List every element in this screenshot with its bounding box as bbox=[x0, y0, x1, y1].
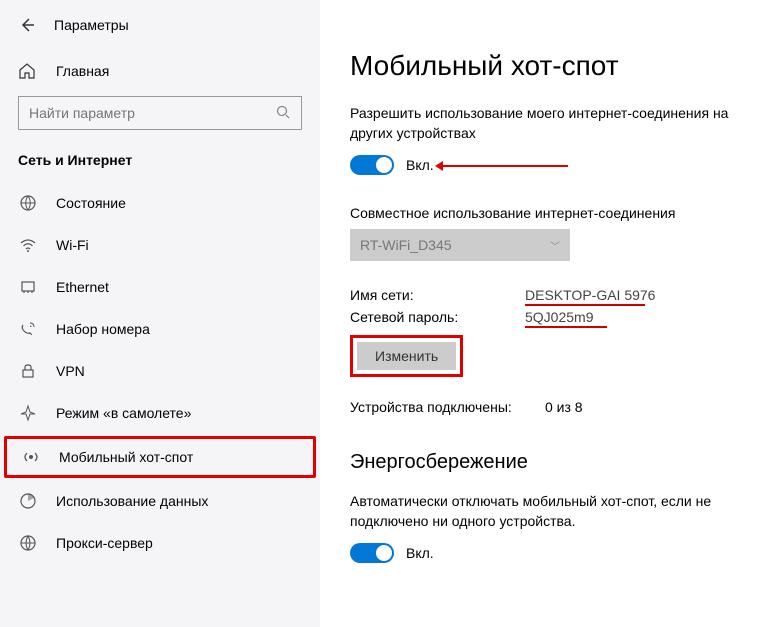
hotspot-icon bbox=[21, 447, 41, 467]
devices-connected-label: Устройства подключены: bbox=[350, 399, 545, 415]
home-nav-item[interactable]: Главная bbox=[0, 54, 320, 96]
vpn-icon bbox=[18, 361, 38, 381]
ethernet-icon bbox=[18, 277, 38, 297]
network-password-label: Сетевой пароль: bbox=[350, 309, 525, 325]
status-icon bbox=[18, 193, 38, 213]
main-content: Мобильный хот-спот Разрешить использован… bbox=[320, 0, 773, 627]
search-input[interactable] bbox=[29, 105, 276, 121]
hotspot-toggle[interactable] bbox=[350, 155, 394, 175]
back-arrow-icon bbox=[19, 17, 35, 33]
airplane-icon bbox=[18, 403, 38, 423]
power-saving-description: Автоматически отключать мобильный хот-сп… bbox=[350, 492, 755, 531]
sidebar-item-datausage[interactable]: Использование данных bbox=[0, 480, 320, 522]
nav-label: VPN bbox=[56, 363, 85, 379]
network-name-value: DESKTOP-GAI 5976 bbox=[525, 287, 755, 303]
search-icon bbox=[276, 105, 291, 121]
back-button[interactable] bbox=[18, 16, 36, 34]
network-name-label: Имя сети: bbox=[350, 287, 525, 303]
chevron-down-icon: ﹀ bbox=[550, 238, 560, 253]
home-icon bbox=[18, 62, 38, 80]
share-connection-label: Совместное использование интернет-соедин… bbox=[350, 205, 755, 221]
search-box[interactable] bbox=[18, 96, 302, 130]
settings-sidebar: Параметры Главная Сеть и Интернет Состоя… bbox=[0, 0, 320, 627]
sidebar-item-vpn[interactable]: VPN bbox=[0, 350, 320, 392]
nav-label: Использование данных bbox=[56, 493, 208, 509]
category-label: Сеть и Интернет bbox=[0, 152, 320, 182]
sidebar-item-dialup[interactable]: Набор номера bbox=[0, 308, 320, 350]
nav-label: Набор номера bbox=[56, 321, 150, 337]
sidebar-item-wifi[interactable]: Wi-Fi bbox=[0, 224, 320, 266]
dropdown-value: RT-WiFi_D345 bbox=[360, 237, 452, 253]
edit-button[interactable]: Изменить bbox=[357, 342, 456, 370]
page-title: Мобильный хот-спот bbox=[350, 50, 755, 82]
power-saving-toggle[interactable] bbox=[350, 543, 394, 563]
network-password-value: 5QJ025m9 bbox=[525, 309, 755, 325]
annotation-arrow bbox=[438, 165, 568, 167]
nav-label: Wi-Fi bbox=[56, 237, 89, 253]
data-usage-icon bbox=[18, 491, 38, 511]
wifi-icon bbox=[18, 235, 38, 255]
sidebar-item-status[interactable]: Состояние bbox=[0, 182, 320, 224]
share-description: Разрешить использование моего интернет-с… bbox=[350, 104, 755, 143]
share-connection-dropdown[interactable]: RT-WiFi_D345 ﹀ bbox=[350, 229, 570, 261]
nav-label: Прокси-сервер bbox=[56, 535, 153, 551]
power-saving-heading: Энергосбережение bbox=[350, 451, 755, 474]
sidebar-item-proxy[interactable]: Прокси-сервер bbox=[0, 522, 320, 564]
home-label: Главная bbox=[56, 63, 109, 79]
power-toggle-label: Вкл. bbox=[406, 545, 434, 561]
nav-label: Режим «в самолете» bbox=[56, 405, 191, 421]
nav-label: Мобильный хот-спот bbox=[59, 449, 193, 465]
sidebar-item-hotspot[interactable]: Мобильный хот-спот bbox=[4, 436, 316, 478]
sidebar-item-ethernet[interactable]: Ethernet bbox=[0, 266, 320, 308]
nav-label: Состояние bbox=[56, 195, 126, 211]
annotation-highlight-box: Изменить bbox=[350, 335, 463, 377]
window-title: Параметры bbox=[54, 17, 129, 33]
sidebar-item-airplane[interactable]: Режим «в самолете» bbox=[0, 392, 320, 434]
nav-label: Ethernet bbox=[56, 279, 109, 295]
dialup-icon bbox=[18, 319, 38, 339]
proxy-icon bbox=[18, 533, 38, 553]
devices-connected-value: 0 из 8 bbox=[545, 399, 755, 415]
